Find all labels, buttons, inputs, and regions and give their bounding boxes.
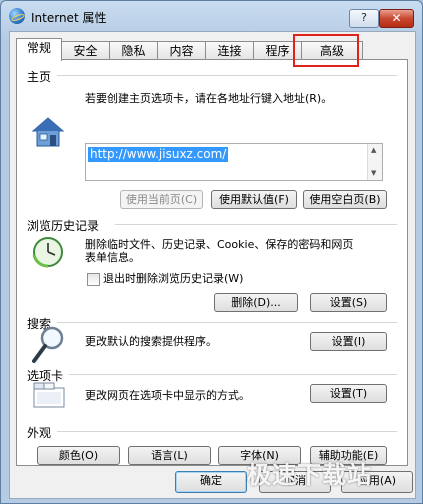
delete-on-exit-label[interactable]: 退出时删除浏览历史记录(W) — [103, 272, 243, 285]
history-description-line1: 删除临时文件、历史记录、Cookie、保存的密码和网页 — [85, 238, 354, 251]
tab-security[interactable]: 安全 — [61, 41, 110, 60]
general-tab-panel: 主页 若要创建主页选项卡，请在各地址行键入地址(R)。 http://www.j… — [16, 59, 408, 466]
scroll-up-arrow-icon[interactable]: ▲ — [371, 146, 376, 154]
appearance-group-title: 外观 — [27, 426, 52, 440]
tab-general[interactable]: 常规 — [16, 38, 62, 61]
history-settings-button[interactable]: 设置(S) — [310, 293, 387, 312]
internet-options-window: Internet 属性 ? ✕ 常规 安全 隐私 内容 连接 程序 高级 主页 … — [0, 0, 423, 504]
use-blank-button[interactable]: 使用空白页(B) — [303, 190, 387, 209]
search-settings-button[interactable]: 设置(I) — [310, 332, 387, 351]
history-group-title: 浏览历史记录 — [27, 219, 100, 233]
home-group-title: 主页 — [27, 70, 52, 84]
home-divider — [57, 75, 397, 76]
tab-connections[interactable]: 连接 — [205, 41, 254, 60]
help-button[interactable]: ? — [349, 9, 379, 28]
dialog-client: 常规 安全 隐私 内容 连接 程序 高级 主页 若要创建主页选项卡，请在各地址行… — [9, 31, 416, 499]
url-scrollbar[interactable]: ▲ ▼ — [367, 144, 382, 180]
history-description-line2: 表单信息。 — [85, 251, 140, 264]
appearance-divider — [57, 431, 397, 432]
house-icon — [31, 117, 65, 147]
use-default-button[interactable]: 使用默认值(F) — [211, 190, 297, 209]
window-title: Internet 属性 — [31, 11, 107, 25]
close-button[interactable]: ✕ — [379, 9, 414, 28]
use-current-button[interactable]: 使用当前页(C) — [120, 190, 203, 209]
tabs-icon — [33, 382, 65, 408]
tab-content[interactable]: 内容 — [157, 41, 206, 60]
tabs-description: 更改网页在选项卡中显示的方式。 — [85, 389, 250, 402]
watermark: 极速下载站 — [247, 461, 372, 489]
search-description: 更改默认的搜索提供程序。 — [85, 335, 217, 348]
home-url-input[interactable]: http://www.jisuxz.com/ ▲ ▼ — [85, 143, 383, 181]
tabs-divider — [69, 374, 397, 375]
home-url-text: http://www.jisuxz.com/ — [88, 147, 229, 162]
tab-privacy[interactable]: 隐私 — [109, 41, 158, 60]
internet-options-icon — [9, 8, 25, 24]
title-bar[interactable]: Internet 属性 ? ✕ — [1, 1, 422, 31]
ok-button[interactable]: 确定 — [175, 471, 247, 493]
home-description: 若要创建主页选项卡，请在各地址行键入地址(R)。 — [85, 92, 333, 105]
delete-history-button[interactable]: 删除(D)... — [214, 293, 298, 312]
search-divider — [57, 322, 397, 323]
history-clock-icon — [32, 237, 63, 268]
delete-on-exit-checkbox[interactable] — [87, 273, 100, 286]
advanced-tab-highlight — [293, 34, 359, 67]
colors-button[interactable]: 颜色(O) — [37, 446, 120, 465]
history-divider — [115, 224, 397, 225]
languages-button[interactable]: 语言(L) — [128, 446, 211, 465]
tabs-settings-button[interactable]: 设置(T) — [310, 384, 387, 403]
scroll-down-arrow-icon[interactable]: ▼ — [371, 169, 376, 177]
magnifier-icon — [32, 326, 64, 363]
